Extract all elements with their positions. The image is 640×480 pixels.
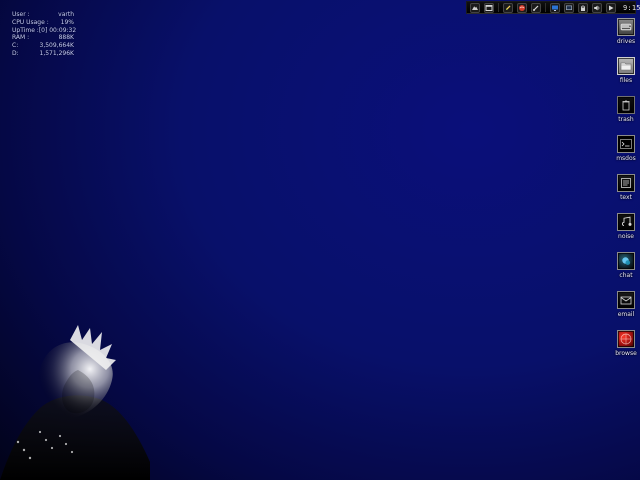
text-icon (617, 174, 635, 192)
window-icon[interactable] (484, 2, 494, 13)
sysmon-c-label: C: (12, 42, 19, 50)
sysmon-d-value: 1,571,296K (39, 49, 74, 57)
play-icon[interactable] (606, 2, 616, 13)
text-glyph (621, 178, 631, 188)
taskbar-separator (498, 3, 499, 12)
desktop-icon-email[interactable]: email (612, 291, 640, 318)
sysmon-user-label: User : (12, 11, 30, 18)
trash-glyph (622, 100, 630, 111)
sysmon-c-value: 3,509,664K (39, 42, 74, 50)
desktop-icon-browse[interactable]: browse (612, 330, 640, 357)
tool-icon[interactable] (531, 2, 541, 13)
terminal-icon (617, 135, 635, 153)
sysmon-user-value: varth (58, 11, 74, 18)
trash-icon (617, 96, 635, 114)
browser-icon (617, 330, 635, 348)
taskbar: 9:15 (466, 1, 640, 14)
lock-icon[interactable] (578, 2, 588, 13)
desktop-icon-label: text (620, 194, 632, 201)
desktop-icon-msdos[interactable]: msdos (612, 135, 640, 162)
monitor-glyph (566, 5, 572, 10)
drives-glyph (620, 23, 632, 31)
folder-glyph (620, 62, 632, 71)
sysmon-cpu-value: 19% (60, 18, 74, 26)
start-icon[interactable] (470, 2, 480, 13)
desktop-icon-noise[interactable]: noise (612, 213, 640, 240)
sysmon-row-user: User : varth (12, 11, 74, 19)
desktop-icon-drives[interactable]: drives (612, 18, 640, 45)
monitor-icon[interactable] (564, 2, 574, 13)
desktop-icon-label: browse (615, 350, 637, 357)
network-glyph (552, 5, 558, 11)
speaker-glyph (594, 5, 600, 10)
edit-glyph (506, 5, 511, 10)
terminal-glyph (620, 139, 632, 149)
lock-glyph (581, 5, 585, 11)
browser-glyph-2 (620, 333, 632, 345)
sysmon-d-label: D: (12, 49, 19, 57)
mail-icon (617, 291, 635, 309)
desktop-icon-label: msdos (616, 155, 636, 162)
desktop-icon-label: email (617, 311, 635, 318)
desktop-icon-label: drives (616, 38, 636, 45)
taskbar-clock[interactable]: 9:15 (620, 4, 640, 12)
system-monitor-widget: User : varth CPU Usage : 19% UpTime : [0… (12, 11, 76, 58)
chat-icon (617, 252, 635, 270)
start-glyph (472, 5, 478, 10)
desktop-icon-trash[interactable]: trash (612, 96, 640, 123)
mail-glyph (620, 296, 632, 305)
wallpaper-figure-image (0, 325, 150, 480)
desktop-icon-text[interactable]: text (612, 174, 640, 201)
drives-icon (617, 18, 635, 36)
music-glyph (622, 216, 632, 226)
desktop-icon-chat[interactable]: chat (612, 252, 640, 279)
tool-glyph (533, 5, 539, 11)
sysmon-cpu-label: CPU Usage : (12, 18, 49, 26)
taskbar-separator-2 (545, 3, 546, 12)
folder-icon (617, 57, 635, 75)
window-glyph (485, 4, 493, 11)
edit-icon[interactable] (503, 2, 513, 13)
network-icon[interactable] (550, 2, 560, 13)
speaker-icon[interactable] (592, 2, 602, 13)
desktop-icon-label: trash (618, 116, 634, 123)
browser-quicklaunch-icon[interactable] (517, 2, 527, 13)
desktop-icon-label: noise (618, 233, 634, 240)
sysmon-row-c: C: 3,509,664K (12, 42, 74, 50)
desktop-icon-label: chat (619, 272, 633, 279)
browser-glyph (519, 4, 525, 11)
sysmon-row-d: D: 1,571,296K (12, 50, 74, 58)
desktop-icon-label: files (619, 77, 633, 84)
play-glyph (609, 5, 614, 10)
desktop-icon-files[interactable]: files (612, 57, 640, 84)
chat-glyph (622, 257, 631, 265)
music-icon (617, 213, 635, 231)
desktop-icons-column: drives files trash msdos text noise chat… (612, 18, 640, 357)
sysmon-row-cpu: CPU Usage : 19% (12, 19, 74, 27)
